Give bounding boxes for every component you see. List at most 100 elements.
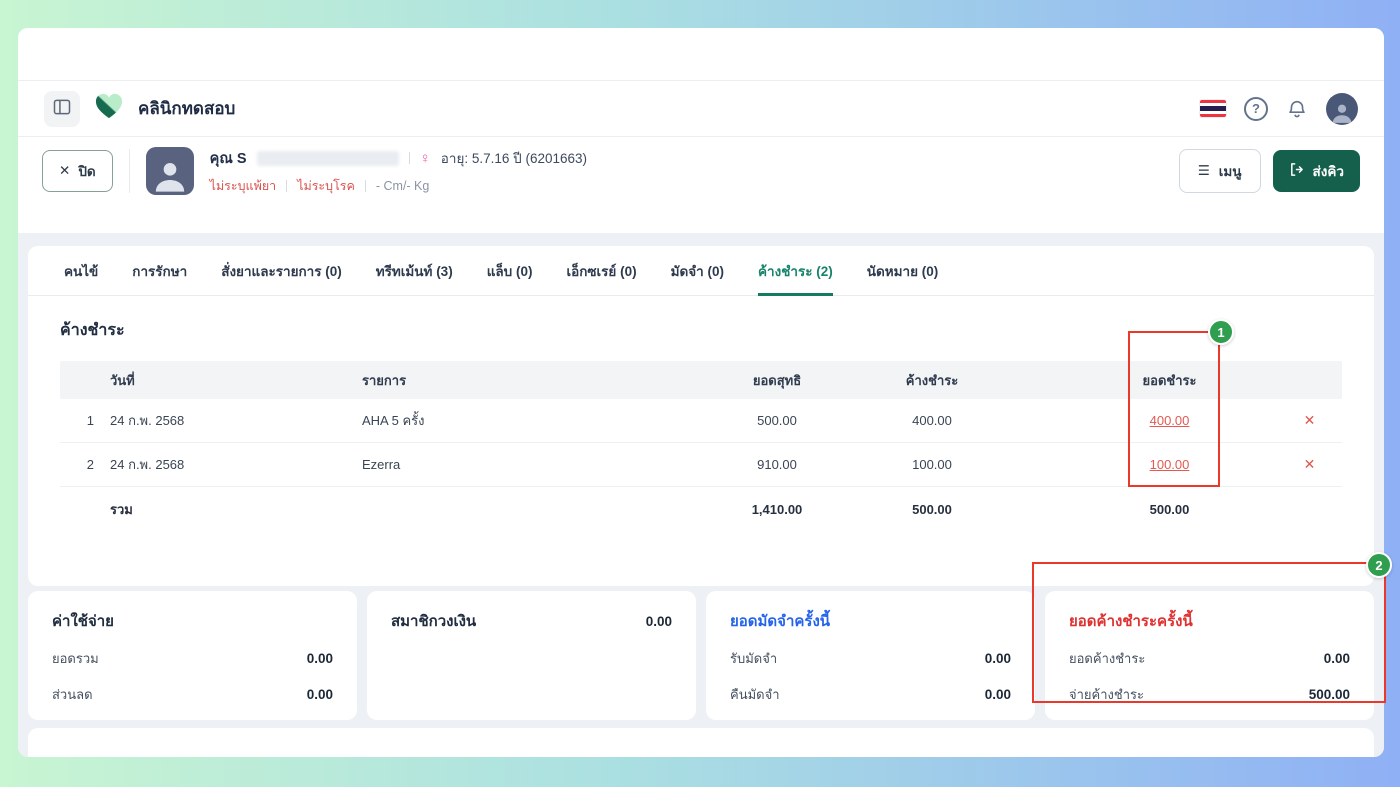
- tab-orders[interactable]: สั่งยาและรายการ (0): [221, 246, 342, 296]
- menu-label: เมนู: [1218, 164, 1242, 179]
- patient-bar: ✕ ปิด คุณ S ♀ อายุ: 5.7.16 ปี (6201663): [18, 137, 1384, 205]
- sidebar-toggle-icon: [52, 97, 72, 120]
- help-icon[interactable]: ?: [1244, 96, 1268, 121]
- total-net: 1,410.00: [751, 501, 803, 517]
- delete-icon[interactable]: ✕: [1304, 456, 1316, 473]
- col-date: วันที่: [110, 372, 135, 388]
- member-credit-card: สมาชิกวงเงิน 0.00: [367, 591, 696, 720]
- tab-xray[interactable]: เอ็กซเรย์ (0): [567, 246, 637, 296]
- text-divider: [364, 179, 366, 192]
- tab-deposit[interactable]: มัดจำ (0): [671, 246, 724, 296]
- patient-name-redacted: [256, 150, 399, 166]
- vertical-divider: [128, 149, 130, 193]
- expense-card: ค่าใช้จ่าย ยอดรวม 0.00 ส่วนลด 0.00: [28, 591, 357, 720]
- overdue-balance-value: 0.00: [1323, 651, 1350, 666]
- row-net: 910.00: [757, 457, 797, 472]
- app-header: คลินิกทดสอบ ?: [18, 81, 1384, 137]
- expense-card-title: ค่าใช้จ่าย: [52, 613, 114, 630]
- total-label: รวม: [110, 501, 133, 517]
- patient-info: คุณ S ♀ อายุ: 5.7.16 ปี (6201663) ไม่ระบ…: [210, 147, 587, 196]
- patient-line-2: ไม่ระบุแพ้ยา ไม่ระบุโรค - Cm/- Kg: [210, 176, 587, 196]
- table-row: 1 24 ก.พ. 2568 AHA 5 ครั้ง 500.00 400.00…: [60, 399, 1342, 443]
- col-due: ค้างชำระ: [905, 372, 959, 388]
- main-canvas: คลินิกทดสอบ ? ✕ ปิด คุณ S ♀ อายุ: 5.7.16…: [18, 28, 1384, 757]
- deposit-receive-label: รับมัดจำ: [730, 651, 778, 666]
- row-date: 24 ก.พ. 2568: [110, 413, 185, 428]
- tab-treatments-count[interactable]: ทรีทเม้นท์ (3): [376, 246, 453, 296]
- header-right: ?: [1200, 92, 1358, 125]
- patient-actions: ☰ เมนู ส่งคิว: [1178, 149, 1360, 193]
- expense-discount-label: ส่วนลด: [52, 687, 93, 702]
- notification-bell-icon[interactable]: [1286, 98, 1308, 120]
- menu-icon: ☰: [1197, 163, 1210, 178]
- expense-discount-value: 0.00: [306, 687, 333, 702]
- tab-lab[interactable]: แล็บ (0): [487, 246, 533, 296]
- patient-age: อายุ: 5.7.16 ปี (6201663): [440, 151, 588, 166]
- close-patient-button[interactable]: ✕ ปิด: [42, 150, 113, 192]
- body-measure: - Cm/- Kg: [375, 178, 430, 193]
- expense-total-label: ยอดรวม: [52, 651, 99, 666]
- delete-icon[interactable]: ✕: [1304, 412, 1316, 429]
- deposit-receive-value: 0.00: [984, 651, 1011, 666]
- overdue-section: ค้างชำระ วันที่ รายการ ยอดสุทธิ ค้างชำระ…: [28, 296, 1374, 531]
- row-item: AHA 5 ครั้ง: [362, 413, 425, 428]
- deposit-card: ยอดมัดจำครั้งนี้ รับมัดจำ 0.00 คืนมัดจำ …: [706, 591, 1035, 720]
- tab-bar: คนไข้ การรักษา สั่งยาและรายการ (0) ทรีทเ…: [28, 246, 1374, 296]
- patient-line-1: คุณ S ♀ อายุ: 5.7.16 ปี (6201663): [210, 147, 587, 170]
- close-icon: ✕: [59, 163, 71, 178]
- tab-appointment[interactable]: นัดหมาย (0): [867, 246, 939, 296]
- menu-button[interactable]: ☰ เมนู: [1178, 149, 1261, 193]
- footer-strip: [28, 728, 1374, 757]
- table-header-row: วันที่ รายการ ยอดสุทธิ ค้างชำระ ยอดชำระ: [60, 361, 1342, 399]
- tab-patient[interactable]: คนไข้: [64, 246, 98, 296]
- sidebar-toggle-button[interactable]: [44, 90, 80, 127]
- table-row: 2 24 ก.พ. 2568 Ezerra 910.00 100.00 100.…: [60, 443, 1342, 487]
- close-label: ปิด: [78, 164, 96, 179]
- section-title: ค้างชำระ: [60, 322, 125, 339]
- clinic-logo-icon: [94, 92, 124, 125]
- content-area: คนไข้ การรักษา สั่งยาและรายการ (0) ทรีทเ…: [18, 233, 1384, 757]
- tab-treatment[interactable]: การรักษา: [132, 246, 187, 296]
- text-divider: [286, 179, 288, 192]
- overdue-table: วันที่ รายการ ยอดสุทธิ ค้างชำระ ยอดชำระ …: [60, 361, 1342, 531]
- send-queue-icon: [1289, 162, 1304, 180]
- language-flag-icon[interactable]: [1200, 100, 1226, 117]
- header-left: คลินิกทดสอบ: [44, 90, 236, 127]
- send-queue-label: ส่งคิว: [1312, 164, 1344, 179]
- row-net: 500.00: [757, 413, 797, 428]
- paid-amount-link[interactable]: 100.00: [1150, 457, 1190, 472]
- member-credit-value: 0.00: [645, 613, 672, 629]
- deposit-return-value: 0.00: [984, 687, 1011, 702]
- row-number: 2: [86, 457, 94, 472]
- user-avatar[interactable]: [1326, 92, 1358, 125]
- clinic-name: คลินิกทดสอบ: [138, 99, 236, 118]
- deposit-card-title: ยอดมัดจำครั้งนี้: [730, 613, 831, 630]
- overdue-balance-label: ยอดค้างชำระ: [1069, 651, 1146, 666]
- summary-cards-row: ค่าใช้จ่าย ยอดรวม 0.00 ส่วนลด 0.00 สมาชิ…: [28, 591, 1374, 720]
- overdue-pay-label: จ่ายค้างชำระ: [1069, 687, 1144, 702]
- overdue-payment-card: ยอดค้างชำระครั้งนี้ ยอดค้างชำระ 0.00 จ่า…: [1045, 591, 1374, 720]
- total-due: 500.00: [912, 501, 952, 517]
- table-total-row: รวม 1,410.00 500.00 500.00: [60, 487, 1342, 531]
- deposit-return-label: คืนมัดจำ: [730, 687, 780, 702]
- row-due: 400.00: [912, 413, 952, 428]
- col-item: รายการ: [362, 372, 407, 388]
- disease-status: ไม่ระบุโรค: [297, 178, 355, 193]
- col-net: ยอดสุทธิ: [752, 372, 802, 388]
- overdue-card-title: ยอดค้างชำระครั้งนี้: [1069, 613, 1193, 630]
- row-date: 24 ก.พ. 2568: [110, 457, 185, 472]
- tab-overdue[interactable]: ค้างชำระ (2): [758, 246, 833, 296]
- text-divider: [408, 152, 410, 164]
- total-paid: 500.00: [1149, 501, 1190, 517]
- top-strip: [18, 28, 1384, 81]
- app-window: คลินิกทดสอบ ? ✕ ปิด คุณ S ♀ อายุ: 5.7.16…: [0, 0, 1400, 787]
- expense-total-value: 0.00: [306, 651, 333, 666]
- patient-detail-card: คนไข้ การรักษา สั่งยาและรายการ (0) ทรีทเ…: [28, 246, 1374, 586]
- row-item: Ezerra: [362, 457, 401, 472]
- row-number: 1: [86, 413, 94, 428]
- allergy-status: ไม่ระบุแพ้ยา: [209, 178, 277, 193]
- female-gender-icon: ♀: [419, 149, 431, 167]
- send-queue-button[interactable]: ส่งคิว: [1272, 150, 1360, 192]
- member-credit-title: สมาชิกวงเงิน: [391, 613, 477, 630]
- paid-amount-link[interactable]: 400.00: [1150, 413, 1190, 428]
